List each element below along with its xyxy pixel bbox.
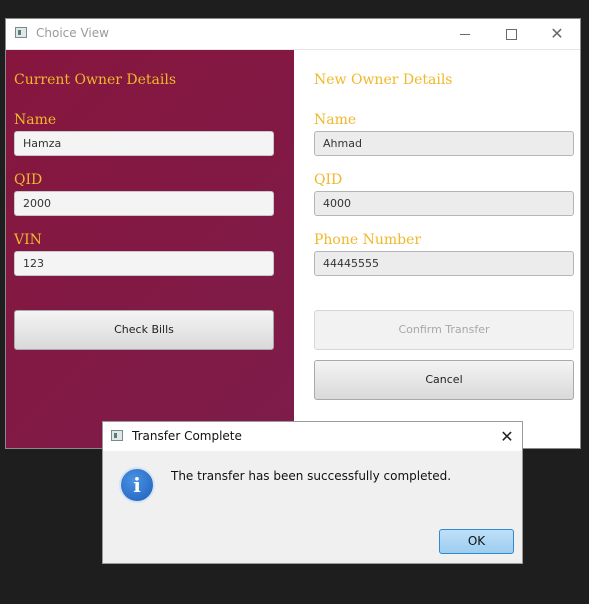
vin-field[interactable]: 123 <box>14 251 274 276</box>
current-owner-panel: Current Owner Details Name Hamza QID 200… <box>6 50 294 448</box>
close-icon: ✕ <box>500 427 514 446</box>
current-name-field[interactable]: Hamza <box>14 131 274 156</box>
app-window-icon <box>15 27 27 38</box>
check-bills-button[interactable]: Check Bills <box>14 310 274 350</box>
info-icon: i <box>119 467 155 503</box>
new-name-field[interactable]: Ahmad <box>314 131 574 156</box>
close-button[interactable]: ✕ <box>534 19 580 49</box>
dialog-message: The transfer has been successfully compl… <box>171 469 452 483</box>
dialog-title-bar[interactable]: Transfer Complete ✕ <box>103 422 522 451</box>
new-qid-field[interactable]: 4000 <box>314 191 574 216</box>
new-owner-heading: New Owner Details <box>314 72 453 88</box>
new-owner-panel: New Owner Details Name Ahmad QID 4000 Ph… <box>294 50 580 448</box>
maximize-button[interactable] <box>488 19 534 49</box>
phone-label: Phone Number <box>314 232 422 248</box>
cancel-button[interactable]: Cancel <box>314 360 574 400</box>
current-qid-field[interactable]: 2000 <box>14 191 274 216</box>
transfer-complete-dialog: Transfer Complete ✕ i The transfer has b… <box>102 421 523 564</box>
current-name-label: Name <box>14 112 57 128</box>
current-owner-heading: Current Owner Details <box>14 72 177 88</box>
dialog-title: Transfer Complete <box>132 429 242 443</box>
phone-field[interactable]: 44445555 <box>314 251 574 276</box>
choice-view-window: Choice View ✕ Current Owner Details Name… <box>5 18 581 449</box>
close-icon: ✕ <box>550 24 564 43</box>
minimize-button[interactable] <box>442 19 488 49</box>
title-bar[interactable]: Choice View ✕ <box>6 19 580 50</box>
vin-label: VIN <box>14 232 42 248</box>
app-window-icon <box>111 430 123 441</box>
maximize-icon <box>505 28 517 40</box>
new-name-label: Name <box>314 112 357 128</box>
dialog-close-button[interactable]: ✕ <box>492 422 522 451</box>
minimize-icon <box>460 33 470 35</box>
confirm-transfer-button[interactable]: Confirm Transfer <box>314 310 574 350</box>
ok-button[interactable]: OK <box>439 529 514 554</box>
window-title: Choice View <box>36 26 109 40</box>
new-qid-label: QID <box>314 172 343 188</box>
current-qid-label: QID <box>14 172 43 188</box>
